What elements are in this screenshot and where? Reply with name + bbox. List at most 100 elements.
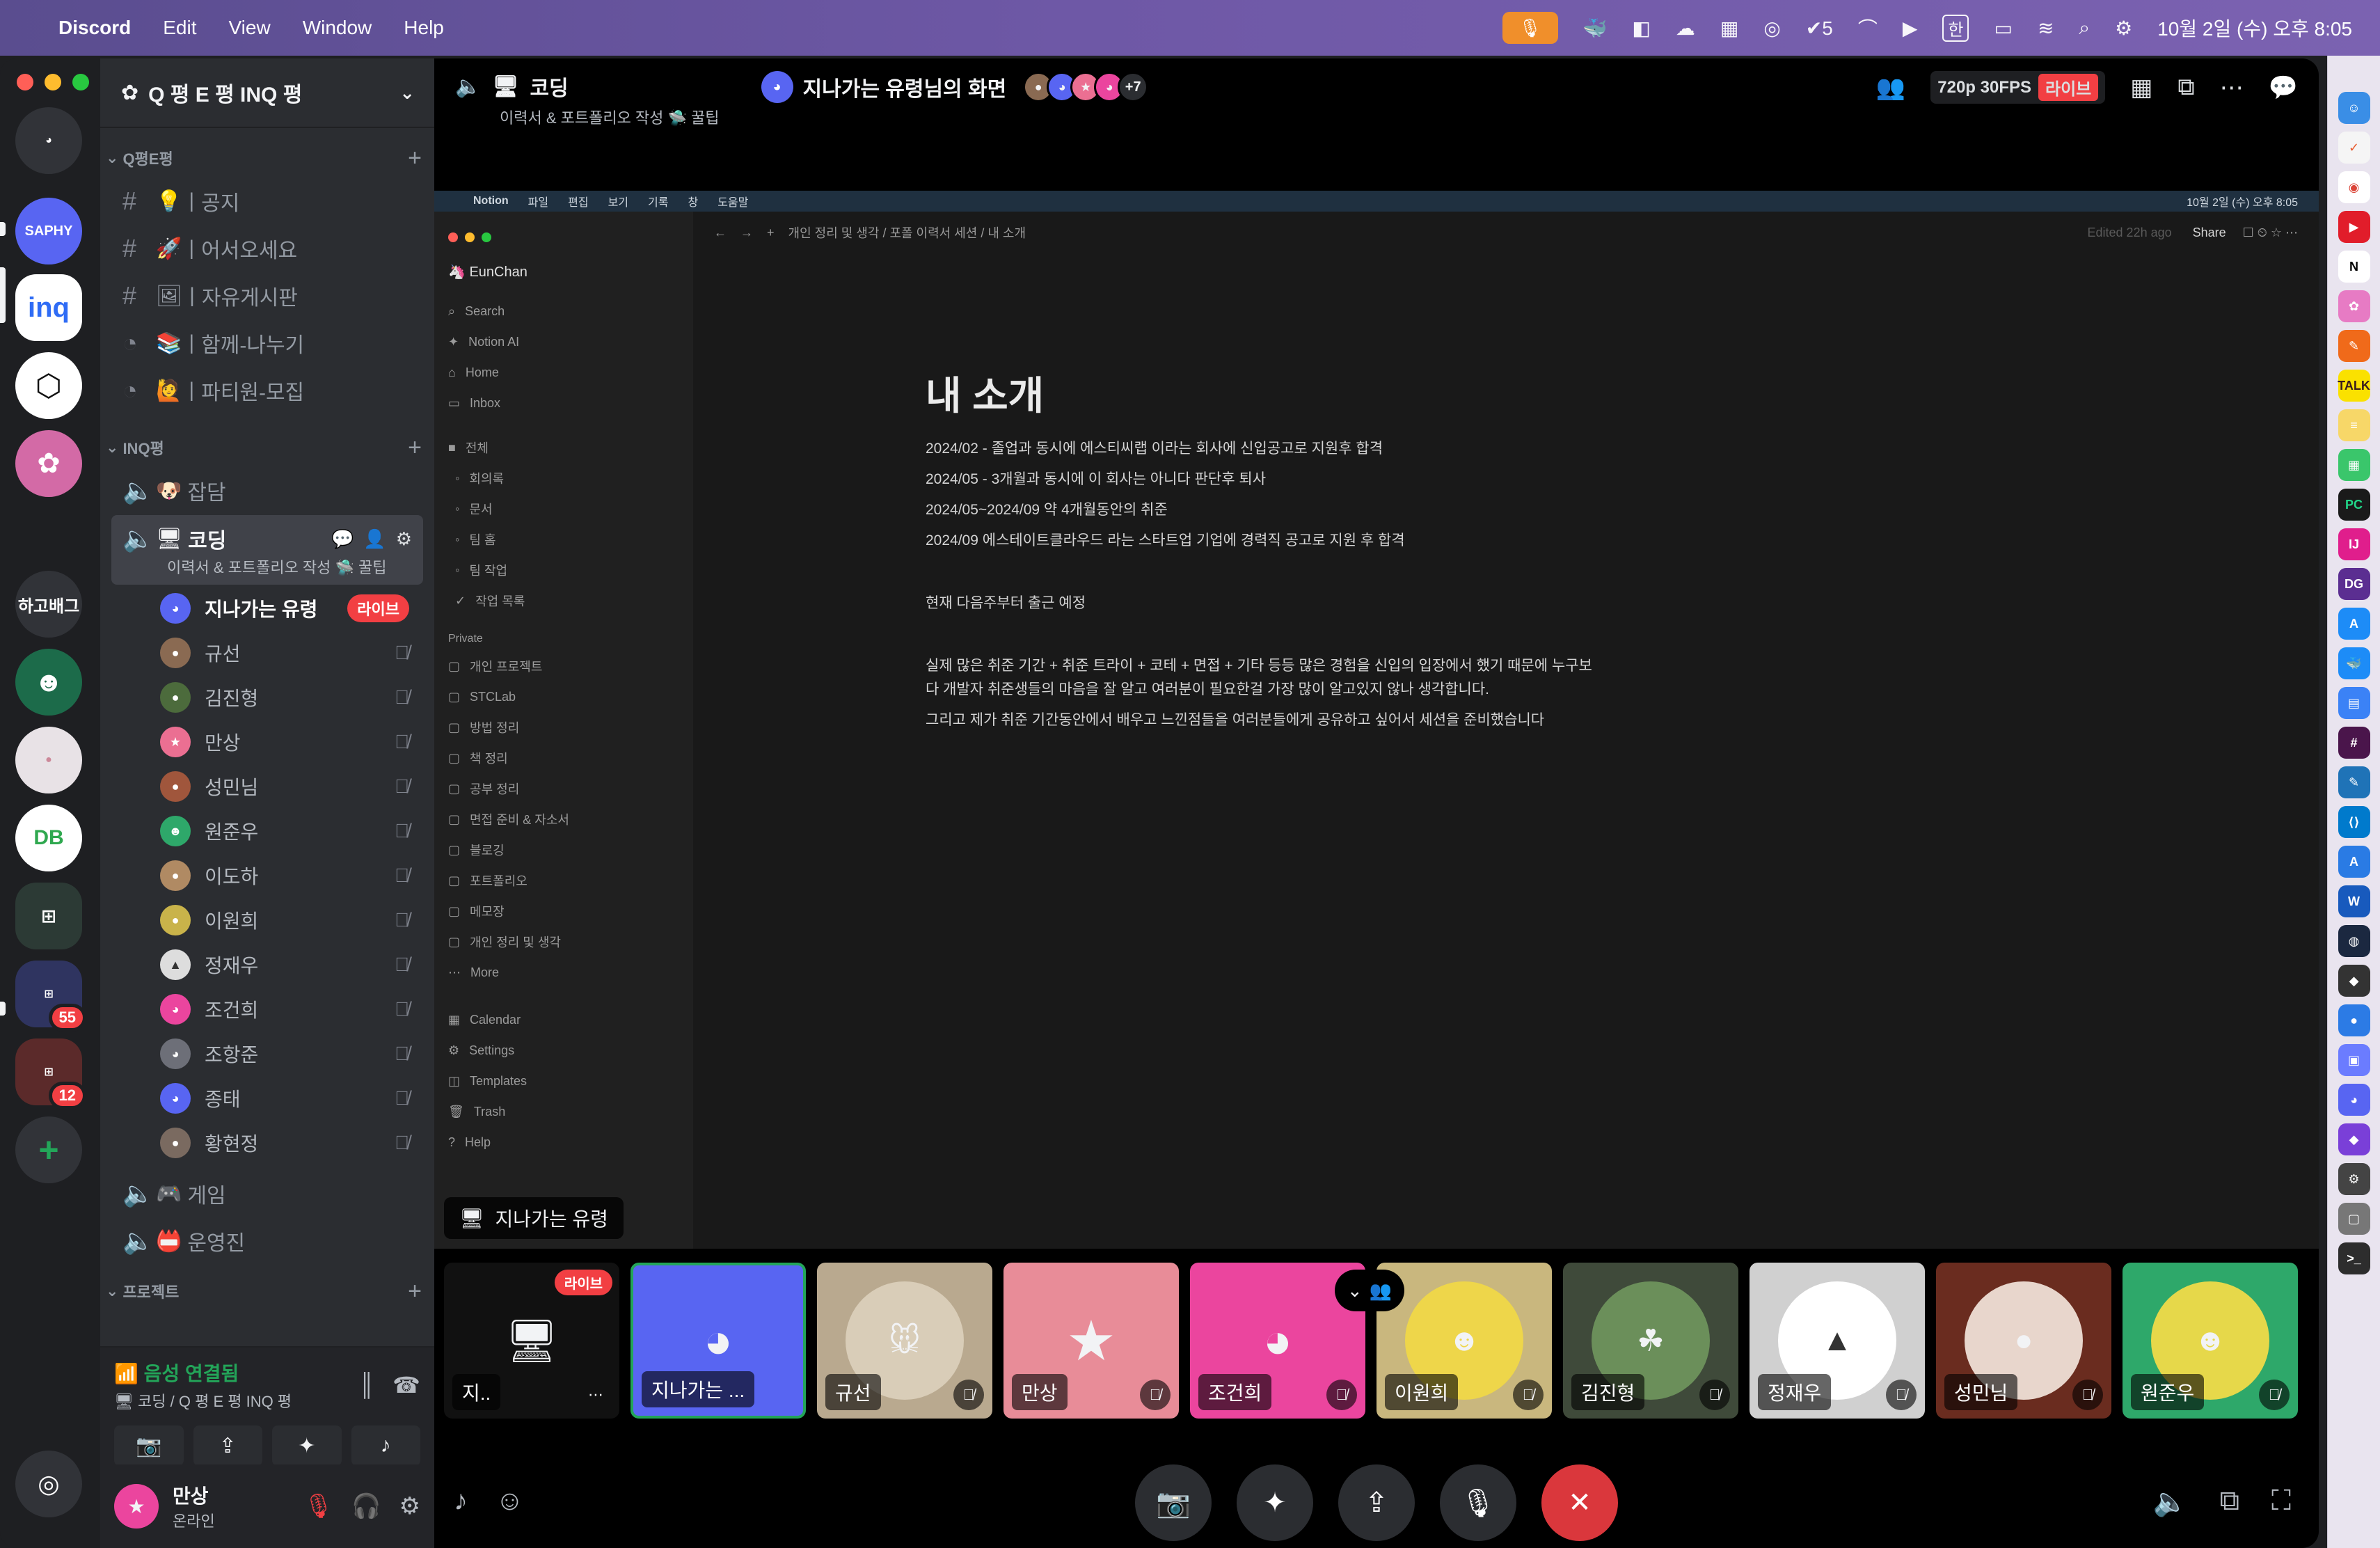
voice-user[interactable]: ● 이원희 🎙̸ — [100, 898, 434, 942]
channel-welcome[interactable]: # 🚀 | 어서오세요 — [111, 226, 423, 271]
add-channel-icon[interactable]: + — [408, 1278, 422, 1305]
play-icon[interactable]: ▶ — [1903, 17, 1918, 40]
files-icon[interactable]: ▤ — [2338, 687, 2370, 719]
wifi-icon[interactable]: ≋ — [2038, 17, 2054, 40]
tasks-tray-icon[interactable]: ✔5 — [1806, 17, 1833, 40]
voice-user[interactable]: ▲ 정재우 🎙̸ — [100, 942, 434, 987]
fullscreen-icon[interactable]: ⛶ — [2271, 1485, 2291, 1518]
participant-tile[interactable]: ● 성민님 🎙̸ — [1936, 1263, 2111, 1419]
category-inq[interactable]: ⌄ INQ평 + — [100, 429, 434, 466]
viewer-stack[interactable]: ● ◕ ★ ◕ +7 — [1023, 72, 1149, 102]
add-channel-icon[interactable]: + — [408, 145, 422, 172]
microphone-toggle-button[interactable]: 🎙 — [1440, 1464, 1516, 1541]
leave-call-button[interactable]: ✕ — [1541, 1464, 1618, 1541]
menubar-help[interactable]: Help — [404, 17, 444, 39]
voice-user[interactable]: ★ 만상 🎙̸ — [100, 720, 434, 764]
kakaotalk-icon[interactable]: TALK — [2338, 370, 2370, 402]
disconnect-icon[interactable]: ☎ — [392, 1372, 420, 1398]
participant-tile[interactable]: ★ 만상 🎙̸ — [1003, 1263, 1179, 1419]
chat-bubble-icon[interactable]: 💬 — [2269, 74, 2298, 102]
activities-button[interactable]: ✦ — [272, 1425, 342, 1466]
app-icon-purple[interactable]: ▣ — [2338, 1044, 2370, 1076]
terminal-icon[interactable]: >_ — [2338, 1242, 2370, 1274]
participant-tile[interactable]: ☻ 원준우 🎙̸ — [2123, 1263, 2298, 1419]
menubar-view[interactable]: View — [229, 17, 271, 39]
battery-icon[interactable]: ▭ — [1994, 17, 2012, 40]
finder-icon[interactable]: ☺ — [2338, 92, 2370, 124]
server-folder-2[interactable]: ⊞ 55 — [15, 961, 86, 1032]
voice-channel-ops[interactable]: 🔈 📛 운영진 — [111, 1218, 423, 1264]
add-channel-icon[interactable]: + — [408, 434, 422, 461]
participant-tile-ghost[interactable]: ◕ 지나가는 ... — [630, 1263, 806, 1419]
collapse-participants-button[interactable]: ⌄ 👥 — [1335, 1270, 1404, 1311]
category-qpe[interactable]: ⌄ Q평E평 + — [100, 139, 434, 177]
more-options-icon[interactable]: ⋯ — [2220, 74, 2244, 102]
voice-user[interactable]: ◕ 조건희 🎙̸ — [100, 987, 434, 1032]
ghost-tray-icon[interactable]: ☁ — [1676, 17, 1695, 40]
server-robot[interactable]: ☻ — [15, 649, 82, 716]
youtube-icon[interactable]: ▶ — [2338, 211, 2370, 243]
airpods-icon[interactable]: ⌒ — [1858, 14, 1878, 42]
notes-icon[interactable]: ≡ — [2338, 409, 2370, 441]
github-desktop-icon[interactable]: ◆ — [2338, 965, 2370, 997]
voice-channel-chat[interactable]: 🔈 🐶 잡담 — [111, 468, 423, 514]
chrome-icon[interactable]: ◉ — [2338, 171, 2370, 203]
participant-tile-screen[interactable]: 라이브 🖥 지.. ⋯ — [444, 1263, 619, 1419]
menubar-window[interactable]: Window — [303, 17, 372, 39]
notion-icon[interactable]: N — [2338, 251, 2370, 283]
mic-in-use-icon[interactable]: 🎙 — [1502, 12, 1558, 44]
settings-dock-icon[interactable]: ⚙ — [2338, 1163, 2370, 1195]
user-settings-icon[interactable]: ⚙ — [399, 1492, 420, 1520]
channel-party[interactable]: ◔ 🙋 | 파티원-모집 — [111, 368, 423, 413]
mute-mic-icon[interactable]: 🎙 — [303, 1492, 333, 1520]
add-friend-icon[interactable]: 👥 — [1876, 74, 1905, 102]
obsidian-icon[interactable]: ◆ — [2338, 1123, 2370, 1155]
voice-channel-coding[interactable]: 🔈 🖥 코딩 💬 👤 ⚙ 이력서 & 포트폴리오 작성 🛸 꿀팁 — [111, 515, 423, 585]
voice-user-ghost[interactable]: ◕ 지나가는 유령 라이브 — [100, 586, 434, 631]
compass-tray-icon[interactable]: ◎ — [1763, 17, 1780, 40]
pycharm-icon[interactable]: PC — [2338, 489, 2370, 521]
datagrip-icon[interactable]: DG — [2338, 568, 2370, 600]
server-mochi[interactable]: ● — [15, 727, 82, 793]
photos-icon[interactable]: ✿ — [2338, 290, 2370, 322]
participant-tile[interactable]: ☘ 김진형 🎙̸ — [1563, 1263, 1738, 1419]
discord-home-icon[interactable]: ◕ — [15, 107, 82, 174]
menubar-clock[interactable]: 10월 2일 (수) 오후 8:05 — [2157, 14, 2352, 42]
server-sapphy[interactable]: SAPHY — [15, 198, 82, 264]
server-unity-icon[interactable]: ⬡ — [15, 352, 82, 419]
tray-app-icon[interactable]: ◧ — [1632, 17, 1650, 40]
grid-view-icon[interactable]: ▦ — [2130, 74, 2152, 102]
popout-icon[interactable]: ⧉ — [2177, 74, 2194, 101]
menubar-app-name[interactable]: Discord — [58, 17, 131, 39]
noise-suppression-icon[interactable]: ║ — [358, 1372, 374, 1398]
user-name[interactable]: 만상 — [173, 1481, 215, 1509]
channel-notice[interactable]: # 💡 | 공지 — [111, 178, 423, 224]
word-icon[interactable]: W — [2338, 885, 2370, 917]
stream-quality[interactable]: 720p 30FPS 라이브 — [1930, 71, 2106, 104]
chat-icon[interactable]: 💬 — [331, 528, 354, 550]
camera-toggle-button[interactable]: 📷 — [1135, 1464, 1212, 1541]
invite-icon[interactable]: 👤 — [363, 528, 386, 550]
server-folder-1[interactable]: ⊞ — [15, 883, 82, 949]
channel-free-board[interactable]: # 🖼 | 자유게시판 — [111, 273, 423, 319]
docker-dock-icon[interactable]: 🐳 — [2338, 647, 2370, 679]
popout-window-icon[interactable]: ⧉ — [2219, 1485, 2239, 1518]
xcode-icon[interactable]: A — [2338, 846, 2370, 878]
reminders-icon[interactable]: ✓ — [2338, 132, 2370, 164]
tile-more-icon[interactable]: ⋯ — [580, 1380, 611, 1410]
server-db[interactable]: DB — [15, 805, 82, 871]
voice-user[interactable]: ☻ 원준우 🎙̸ — [100, 809, 434, 853]
input-source[interactable]: 한 — [1942, 14, 1969, 42]
maps-icon[interactable]: ● — [2338, 1004, 2370, 1036]
voice-user[interactable]: ◕ 조항준 🎙̸ — [100, 1032, 434, 1076]
voice-channel-game[interactable]: 🔈 🎮 게임 — [111, 1171, 423, 1217]
participant-tile[interactable]: 🐭 규선 🎙̸ — [817, 1263, 992, 1419]
voice-user[interactable]: ◕ 종태 🎙̸ — [100, 1076, 434, 1121]
calendar-tray-icon[interactable]: ▦ — [1720, 17, 1738, 40]
category-project[interactable]: ⌄ 프로젝트 + — [100, 1272, 434, 1310]
soundboard-button[interactable]: ♪ — [351, 1425, 420, 1466]
voice-location[interactable]: 🖥 코딩 / Q 평 E 평 INQ 평 — [114, 1389, 292, 1412]
user-avatar[interactable]: ★ — [114, 1484, 159, 1529]
share-screen-button[interactable]: ⇪ — [1338, 1464, 1415, 1541]
voice-status[interactable]: 📶 음성 연결됨 — [114, 1359, 292, 1387]
